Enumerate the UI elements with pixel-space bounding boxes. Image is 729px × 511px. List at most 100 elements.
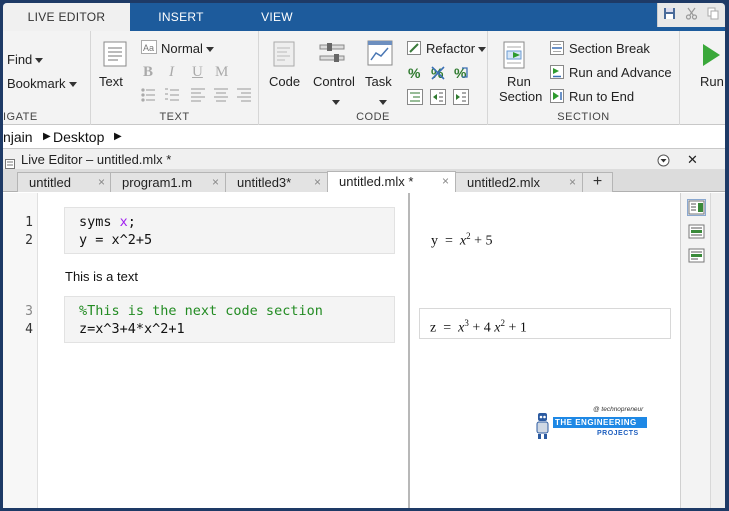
- output-mode-bar: [680, 193, 710, 508]
- smart-indent-icon[interactable]: [407, 89, 423, 108]
- navigate-section: Find Bookmark IGATE: [3, 31, 91, 125]
- quick-access-toolbar: [657, 3, 725, 27]
- comment-icon[interactable]: %: [407, 65, 423, 84]
- tab-live-editor[interactable]: LIVE EDITOR: [3, 3, 130, 31]
- run-icon: [701, 43, 721, 70]
- breadcrumb-desktop[interactable]: Desktop: [53, 125, 104, 149]
- bold-button[interactable]: B: [143, 64, 153, 81]
- live-editor-window: Live Editor – untitled.mlx * ✕ untitled ×…: [3, 150, 725, 508]
- breadcrumb-user[interactable]: njain: [3, 125, 33, 149]
- output-inline-icon[interactable]: [687, 223, 706, 240]
- code-line[interactable]: y = x^2+5: [79, 232, 152, 248]
- line-number: 4: [25, 322, 33, 337]
- run-to-end-icon: [550, 89, 564, 106]
- wrap-comment-icon[interactable]: %: [453, 65, 469, 84]
- section-section-label: SECTION: [557, 111, 610, 123]
- monospace-button[interactable]: M: [215, 64, 228, 81]
- bookmark-button[interactable]: Bookmark: [7, 76, 77, 91]
- ribbon-tab-strip: LIVE EDITOR INSERT VIEW: [3, 3, 725, 31]
- tab-view[interactable]: VIEW: [232, 3, 322, 31]
- line-number-gutter: 1 2 3 4: [3, 193, 38, 508]
- section-break-icon: [550, 41, 564, 58]
- task-button[interactable]: Task: [365, 74, 392, 89]
- increase-indent-icon[interactable]: [453, 89, 469, 108]
- file-tab[interactable]: untitled ×: [17, 172, 112, 192]
- run-and-advance-button[interactable]: Run and Advance: [569, 65, 672, 80]
- code-section-block[interactable]: %This is the next code section z=x^3+4*x…: [64, 296, 395, 343]
- control-icon: [319, 41, 345, 68]
- task-icon: [367, 40, 393, 69]
- decrease-indent-icon[interactable]: [430, 89, 446, 108]
- close-icon[interactable]: ✕: [687, 150, 698, 170]
- navigate-section-label: IGATE: [3, 111, 38, 123]
- text-icon: [103, 41, 127, 70]
- close-icon[interactable]: ×: [314, 173, 321, 192]
- cut-icon[interactable]: [685, 7, 698, 23]
- chevron-down-icon: [205, 47, 214, 53]
- text-line[interactable]: This is a text: [65, 269, 138, 284]
- code-button[interactable]: Code: [269, 74, 300, 89]
- line-number: 1: [25, 215, 33, 230]
- control-button[interactable]: Control: [313, 74, 355, 89]
- run-and-advance-icon: [550, 65, 564, 82]
- save-icon[interactable]: [663, 7, 676, 23]
- refactor-icon: [407, 41, 421, 58]
- run-to-end-button[interactable]: Run to End: [569, 89, 634, 104]
- chevron-down-icon: [68, 82, 77, 88]
- vertical-scrollbar[interactable]: [710, 193, 725, 508]
- logo-tagline: @ technopreneur: [593, 406, 644, 413]
- run-section-icon: [503, 41, 527, 72]
- refactor-button[interactable]: Refactor: [426, 41, 487, 56]
- engineering-projects-logo: @ technopreneur THE ENGINEERING PROJECTS: [535, 406, 655, 444]
- file-tab-bar: untitled × program1.m × untitled3* × untitl…: [3, 170, 725, 192]
- svg-text:Aa: Aa: [143, 43, 154, 53]
- close-icon[interactable]: ×: [98, 173, 105, 192]
- chevron-down-icon: [478, 47, 487, 53]
- style-dropdown[interactable]: Normal: [161, 41, 214, 56]
- uncomment-icon[interactable]: %: [430, 65, 446, 84]
- code-pane[interactable]: 1 2 3 4 syms x; y = x^2+5 This is a text…: [3, 193, 408, 508]
- file-tab[interactable]: untitled2.mlx ×: [455, 172, 583, 192]
- close-icon[interactable]: ×: [442, 172, 449, 191]
- code-comment-line[interactable]: %This is the next code section: [79, 303, 323, 319]
- run-button[interactable]: Run: [700, 74, 724, 89]
- find-button[interactable]: Find: [7, 52, 44, 67]
- run-section-button-line2[interactable]: Section: [499, 89, 542, 104]
- breadcrumb-separator-icon: ▶: [43, 131, 51, 142]
- add-tab-button[interactable]: +: [582, 172, 613, 192]
- tab-insert[interactable]: INSERT: [130, 3, 232, 31]
- file-tab-active[interactable]: untitled.mlx * ×: [327, 171, 456, 192]
- file-tab[interactable]: program1.m ×: [110, 172, 226, 192]
- chevron-down-icon[interactable]: [329, 94, 340, 109]
- chevron-down-icon[interactable]: [376, 94, 387, 109]
- copy-icon[interactable]: [707, 7, 720, 23]
- line-number: 3: [25, 304, 33, 319]
- italic-button[interactable]: I: [169, 64, 174, 81]
- underline-button[interactable]: U: [192, 64, 203, 81]
- current-folder-bar[interactable]: njain ▶ Desktop ▶: [3, 125, 725, 149]
- close-icon[interactable]: ×: [569, 173, 576, 192]
- run-section-button[interactable]: Run: [507, 74, 531, 89]
- code-section: Code Control Task Refactor % % %: [259, 31, 488, 125]
- section-break-button[interactable]: Section Break: [569, 41, 650, 56]
- code-section-label: CODE: [356, 111, 390, 123]
- code-line[interactable]: syms x;: [79, 214, 136, 230]
- robot-icon: [536, 413, 549, 439]
- text-button[interactable]: Text: [99, 74, 123, 89]
- output-on-right-icon[interactable]: [687, 199, 706, 216]
- text-section: Text Aa Normal B I U M TEXT: [91, 31, 259, 125]
- chevron-down-icon: [35, 58, 44, 64]
- logo-subtitle: PROJECTS: [597, 430, 639, 437]
- editor-titlebar: Live Editor – untitled.mlx * ✕: [3, 150, 725, 170]
- hide-code-icon[interactable]: [687, 247, 706, 264]
- code-line[interactable]: z=x^3+4*x^2+1: [79, 321, 185, 337]
- style-icon: Aa: [141, 40, 157, 57]
- line-number: 2: [25, 233, 33, 248]
- file-tab[interactable]: untitled3* ×: [225, 172, 328, 192]
- output-z-box: z = x3 + 4 x2 + 1: [419, 308, 671, 339]
- close-icon[interactable]: ×: [212, 173, 219, 192]
- section-section: Run Section Section Break Run and Advanc…: [488, 31, 680, 125]
- output-z: z = x3 + 4 x2 + 1: [430, 318, 527, 336]
- paragraph-format-icons[interactable]: [141, 87, 253, 106]
- code-section-block[interactable]: syms x; y = x^2+5: [64, 207, 395, 254]
